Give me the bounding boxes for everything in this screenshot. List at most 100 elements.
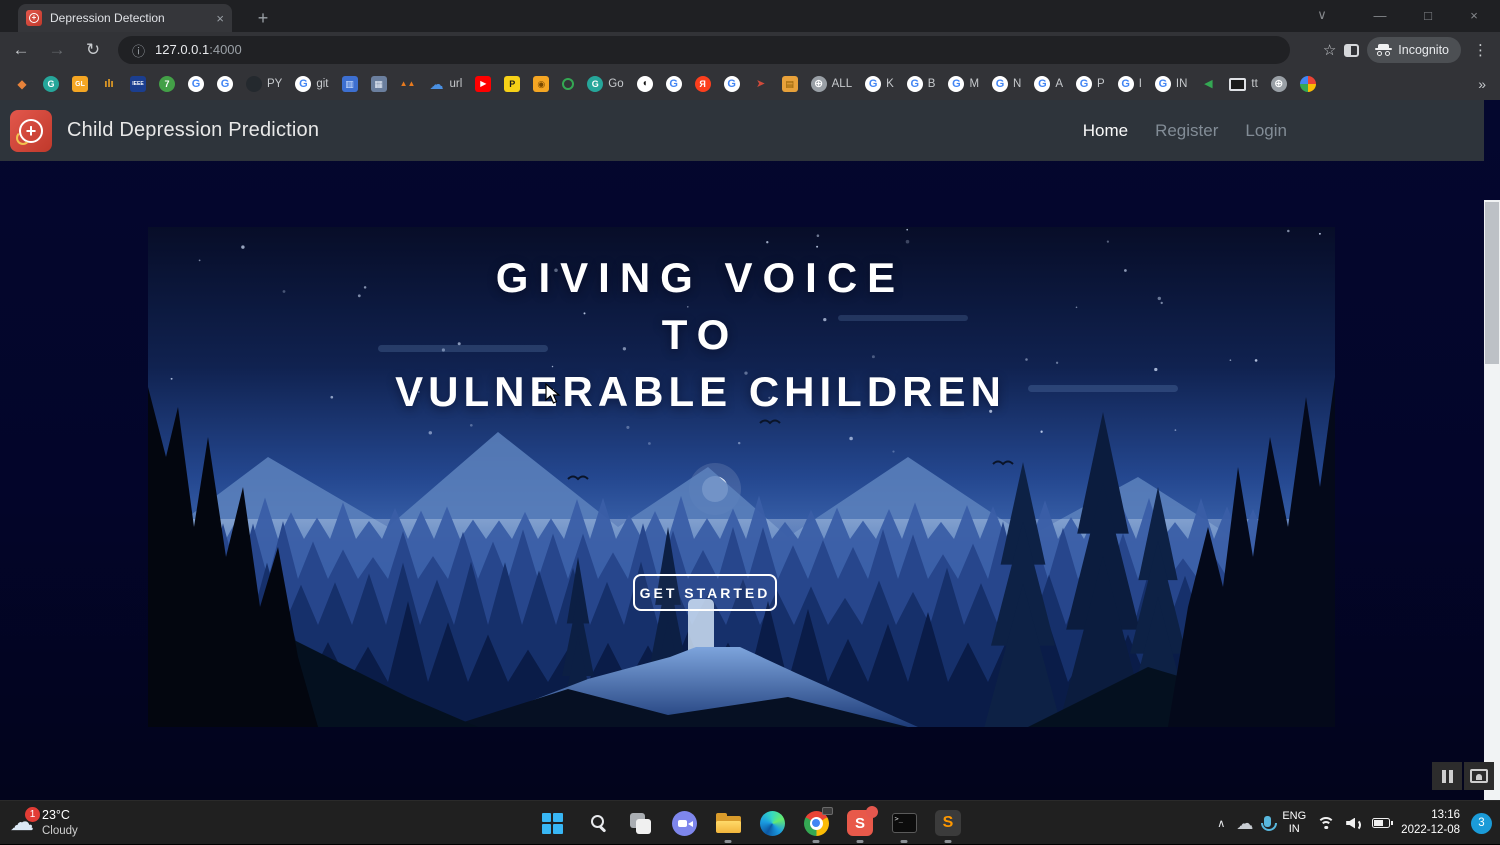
- bookmark-item-20[interactable]: G: [665, 76, 682, 92]
- bookmarks-overflow-icon[interactable]: »: [1478, 76, 1486, 92]
- bookmark-item-10[interactable]: ▥: [341, 76, 358, 92]
- bookmark-item-33[interactable]: G IN: [1154, 76, 1187, 92]
- bookmark-item-31[interactable]: GP: [1076, 76, 1105, 92]
- bookmark-favicon-icon: G: [217, 76, 233, 92]
- notification-count-badge[interactable]: 3: [1471, 812, 1492, 834]
- bookmark-item-7[interactable]: G: [217, 76, 233, 92]
- get-started-button[interactable]: GET STARTED: [633, 574, 777, 611]
- site-info-icon[interactable]: ⓘ: [132, 41, 145, 60]
- bookmark-item-11[interactable]: ▦: [370, 76, 387, 92]
- picture-in-picture-button[interactable]: [1464, 762, 1494, 790]
- taskbar-icon-s-red[interactable]: S: [838, 801, 882, 845]
- new-tab-button[interactable]: +: [250, 5, 276, 31]
- bookmark-item-2[interactable]: GL: [72, 76, 88, 92]
- bookmark-label: ALL: [831, 78, 853, 90]
- bookmark-label: tt: [1251, 78, 1258, 90]
- volume-icon[interactable]: [1346, 817, 1362, 831]
- bookmark-item-9[interactable]: Ggit: [295, 76, 329, 92]
- bookmark-item-15[interactable]: P: [504, 76, 521, 92]
- bookmark-label: url: [449, 78, 463, 90]
- bookmark-item-27[interactable]: GB: [906, 76, 935, 92]
- microphone-icon[interactable]: [1260, 815, 1277, 831]
- back-button[interactable]: ←: [6, 35, 36, 65]
- clock[interactable]: 13:16 2022-12-08: [1401, 808, 1460, 838]
- window-restore-button[interactable]: □: [1408, 0, 1448, 30]
- bookmark-item-36[interactable]: ⊕: [1270, 76, 1287, 92]
- bookmark-favicon-icon: IEEE: [130, 76, 146, 92]
- nav-link-home[interactable]: Home: [1083, 121, 1128, 141]
- bookmark-item-29[interactable]: GN: [992, 76, 1021, 92]
- bookmark-item-16[interactable]: ◉: [533, 76, 550, 92]
- url-port: :4000: [209, 42, 242, 57]
- bookmark-star-icon[interactable]: ☆: [1323, 41, 1336, 59]
- taskbar-icon-chat[interactable]: [662, 801, 706, 845]
- bookmark-item-8[interactable]: PY: [246, 76, 282, 92]
- address-bar[interactable]: ⓘ 127.0.0.1:4000: [118, 36, 1290, 64]
- bookmark-item-24[interactable]: ▤: [781, 76, 798, 92]
- picture-in-picture-icon: [1470, 769, 1488, 783]
- bookmark-item-35[interactable]: tt: [1229, 77, 1258, 91]
- bookmark-item-23[interactable]: ➤: [753, 76, 769, 92]
- taskbar-icon-chrome[interactable]: [794, 801, 838, 845]
- forward-button[interactable]: →: [42, 35, 72, 65]
- battery-icon[interactable]: [1372, 818, 1394, 828]
- wifi-icon[interactable]: [1317, 816, 1336, 830]
- scrollbar-thumb[interactable]: [1485, 202, 1499, 364]
- bookmark-item-21[interactable]: Я: [694, 76, 711, 92]
- bookmark-item-34[interactable]: ◀: [1200, 76, 1216, 92]
- reload-button[interactable]: ↻: [78, 35, 108, 65]
- bookmark-item-3[interactable]: ılı: [101, 76, 117, 92]
- bookmark-item-1[interactable]: G: [43, 76, 59, 92]
- taskbar-icon-taskview[interactable]: [618, 801, 662, 845]
- taskbar-icon-terminal[interactable]: >_: [882, 801, 926, 845]
- bookmark-favicon-icon: ◆: [17, 77, 27, 91]
- weather-widget[interactable]: ☁ 1 23°C Cloudy: [10, 801, 78, 845]
- bookmark-item-14[interactable]: ▶: [475, 76, 492, 92]
- browser-tab[interactable]: + Depression Detection ×: [18, 4, 232, 32]
- bookmark-favicon-icon: Я: [694, 76, 711, 92]
- pause-button[interactable]: [1432, 762, 1462, 790]
- bookmark-item-5[interactable]: 7: [159, 76, 175, 92]
- bookmark-item-32[interactable]: GI: [1117, 76, 1142, 92]
- taskbar-icon-search[interactable]: [574, 801, 618, 845]
- taskbar-icon-edge[interactable]: [750, 801, 794, 845]
- bookmark-item-0[interactable]: ◆: [14, 76, 30, 92]
- bookmark-item-18[interactable]: G Go: [587, 76, 624, 92]
- bookmark-favicon-icon: G: [992, 76, 1009, 92]
- site-header: + Child Depression Prediction Home Regis…: [0, 100, 1484, 161]
- bookmark-favicon-icon: 7: [159, 76, 175, 92]
- tab-close-icon[interactable]: ×: [216, 11, 224, 26]
- bookmark-item-26[interactable]: GK: [865, 76, 894, 92]
- bookmark-item-4[interactable]: IEEE: [130, 76, 146, 92]
- bookmark-item-17[interactable]: [562, 78, 575, 90]
- running-indicator: [856, 840, 864, 843]
- bookmark-item-30[interactable]: GA: [1034, 76, 1063, 92]
- page-scrollbar[interactable]: [1484, 200, 1500, 800]
- bookmark-item-6[interactable]: G: [188, 76, 204, 92]
- onedrive-icon[interactable]: ☁: [1236, 815, 1253, 832]
- hero-title-line-1: GIVING VOICE: [495, 254, 906, 301]
- nav-link-register[interactable]: Register: [1155, 121, 1218, 141]
- window-minimize-button[interactable]: —: [1360, 0, 1400, 30]
- bookmark-item-22[interactable]: G: [723, 76, 740, 92]
- system-tray: ∧ ☁ ENG IN 13:16 2022-12-08 3: [1217, 801, 1492, 845]
- taskbar-icon-start[interactable]: [530, 801, 574, 845]
- running-indicator: [812, 840, 820, 843]
- nav-link-login[interactable]: Login: [1245, 121, 1287, 141]
- tray-chevron-icon[interactable]: ∧: [1217, 817, 1225, 830]
- bookmark-item-12[interactable]: ▲▲: [400, 76, 416, 92]
- taskbar-icon-explorer[interactable]: [706, 801, 750, 845]
- bookmark-item-28[interactable]: GM: [948, 76, 979, 92]
- bookmark-item-25[interactable]: ⊕ ALL: [810, 76, 853, 92]
- window-close-button[interactable]: ×: [1454, 0, 1494, 30]
- taskbar-icon-sublime[interactable]: S: [926, 801, 970, 845]
- side-panel-icon[interactable]: [1344, 43, 1360, 57]
- language-indicator[interactable]: ENG IN: [1282, 810, 1306, 836]
- tab-search-icon[interactable]: ∨: [1302, 0, 1342, 30]
- bookmark-item-19[interactable]: ◖: [636, 76, 653, 92]
- browser-menu-icon[interactable]: ⋮: [1469, 41, 1492, 59]
- bookmark-item-13[interactable]: ☁ url: [429, 76, 463, 92]
- windows-taskbar: ☁ 1 23°C Cloudy S >_ S ∧ ☁ ENG IN 13:16 202…: [0, 800, 1500, 844]
- bookmark-item-37[interactable]: [1299, 76, 1316, 92]
- bookmark-favicon-icon: G: [1076, 76, 1093, 92]
